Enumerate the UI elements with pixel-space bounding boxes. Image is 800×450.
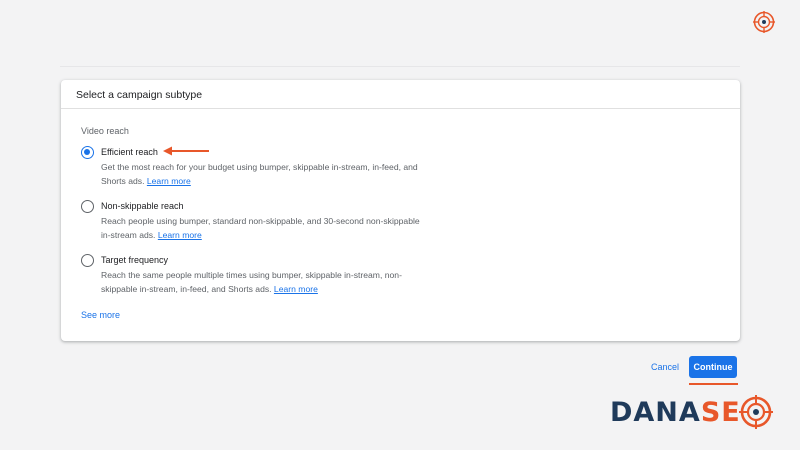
option-description: Reach the same people multiple times usi… bbox=[101, 269, 421, 296]
section-label-video-reach: Video reach bbox=[81, 126, 129, 136]
option-description-text: Reach people using bumper, standard non-… bbox=[101, 216, 420, 240]
campaign-subtype-card: Select a campaign subtype Video reach Ef… bbox=[61, 80, 740, 341]
arrow-left-icon bbox=[163, 146, 209, 156]
option-title: Non-skippable reach bbox=[101, 201, 184, 211]
danaseo-logo: DANASE bbox=[610, 392, 773, 432]
learn-more-link[interactable]: Learn more bbox=[158, 230, 202, 240]
logo-text-se: SE bbox=[700, 396, 741, 428]
card-title: Select a campaign subtype bbox=[61, 80, 740, 109]
learn-more-link[interactable]: Learn more bbox=[274, 284, 318, 294]
target-icon bbox=[753, 11, 775, 33]
logo-text-dana: DANA bbox=[610, 396, 701, 428]
option-description-text: Reach the same people multiple times usi… bbox=[101, 270, 402, 294]
option-title: Target frequency bbox=[101, 255, 169, 265]
learn-more-link[interactable]: Learn more bbox=[147, 176, 191, 186]
option-description: Reach people using bumper, standard non-… bbox=[101, 215, 421, 242]
option-title: Efficient reach bbox=[101, 147, 158, 157]
option-target-frequency[interactable]: Target frequency Reach the same people m… bbox=[81, 254, 501, 296]
logo-target-icon bbox=[738, 395, 773, 429]
cancel-button[interactable]: Cancel bbox=[645, 356, 685, 378]
option-description: Get the most reach for your budget using… bbox=[101, 161, 421, 188]
radio-efficient-reach[interactable] bbox=[81, 146, 94, 159]
continue-button[interactable]: Continue bbox=[689, 356, 737, 378]
top-divider bbox=[60, 66, 740, 67]
annotation-underline bbox=[689, 383, 738, 385]
option-non-skippable-reach[interactable]: Non-skippable reach Reach people using b… bbox=[81, 200, 501, 242]
logo-text: DANASE bbox=[610, 397, 741, 428]
see-more-link[interactable]: See more bbox=[81, 310, 120, 320]
radio-non-skippable-reach[interactable] bbox=[81, 200, 94, 213]
option-efficient-reach[interactable]: Efficient reach Get the most reach for y… bbox=[81, 146, 501, 188]
radio-target-frequency[interactable] bbox=[81, 254, 94, 267]
